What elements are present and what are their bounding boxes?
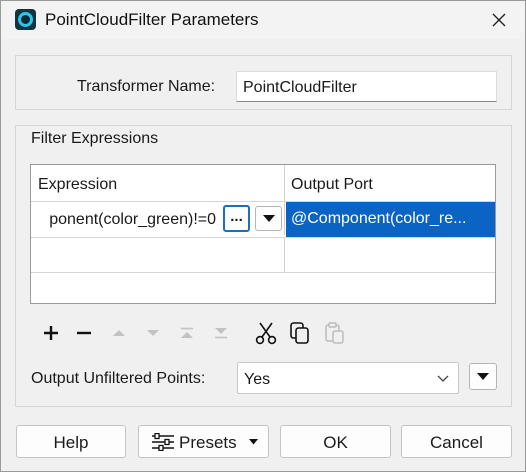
minus-icon [77, 331, 91, 335]
move-down-button[interactable] [139, 319, 167, 347]
title-bar: PointCloudFilter Parameters [1, 1, 525, 39]
paste-icon [325, 322, 344, 344]
help-button[interactable]: Help [16, 425, 126, 458]
output-unfiltered-label: Output Unfiltered Points: [31, 370, 206, 387]
output-port-cell[interactable]: @Component(color_re... [286, 202, 495, 237]
plus-icon [44, 326, 58, 340]
column-header-expression[interactable]: Expression [31, 165, 285, 201]
expression-text[interactable]: ponent(color_green)!=0 [49, 211, 216, 229]
move-top-button[interactable] [173, 319, 201, 347]
move-bottom-icon [215, 328, 227, 339]
paste-button[interactable] [321, 319, 349, 347]
add-row-button[interactable] [37, 319, 65, 347]
empty-expression-cell[interactable] [31, 238, 285, 272]
move-bottom-button[interactable] [207, 319, 235, 347]
chevron-down-icon [437, 375, 449, 382]
remove-row-button[interactable] [70, 319, 98, 347]
close-button[interactable] [485, 7, 513, 33]
move-down-icon [147, 330, 159, 336]
transformer-name-label: Transformer Name: [77, 78, 216, 95]
close-icon [492, 13, 506, 27]
row-divider [31, 272, 495, 273]
filter-table: Expression Output Port ponent(color_gree… [30, 164, 496, 304]
expression-cell[interactable]: ponent(color_green)!=0 ... [31, 202, 285, 235]
triangle-down-icon [477, 372, 489, 380]
output-unfiltered-menu-button[interactable] [469, 363, 497, 390]
scissors-icon [255, 322, 277, 345]
triangle-down-icon [262, 214, 275, 222]
output-unfiltered-value: Yes [244, 371, 271, 388]
move-top-icon [181, 327, 193, 338]
expression-editor-button[interactable]: ... [223, 205, 250, 232]
ok-button[interactable]: OK [280, 425, 391, 458]
triangle-down-icon [249, 439, 258, 445]
transformer-name-input[interactable]: PointCloudFilter [236, 71, 497, 102]
move-up-icon [113, 330, 125, 336]
cut-button[interactable] [252, 319, 280, 347]
dialog-window: PointCloudFilter Parameters Transformer … [0, 0, 526, 472]
copy-icon [290, 322, 309, 344]
copy-button[interactable] [286, 319, 314, 347]
move-up-button[interactable] [105, 319, 133, 347]
app-icon [15, 9, 36, 30]
presets-button[interactable]: Presets [138, 425, 269, 458]
presets-label: Presets [179, 433, 237, 452]
cancel-button[interactable]: Cancel [401, 425, 512, 458]
sliders-icon [152, 433, 174, 451]
expression-menu-button[interactable] [255, 206, 282, 231]
window-title: PointCloudFilter Parameters [45, 10, 259, 29]
column-header-output-port[interactable]: Output Port [285, 165, 495, 201]
filter-expressions-title: Filter Expressions [31, 130, 159, 147]
output-unfiltered-select[interactable]: Yes [237, 362, 459, 394]
